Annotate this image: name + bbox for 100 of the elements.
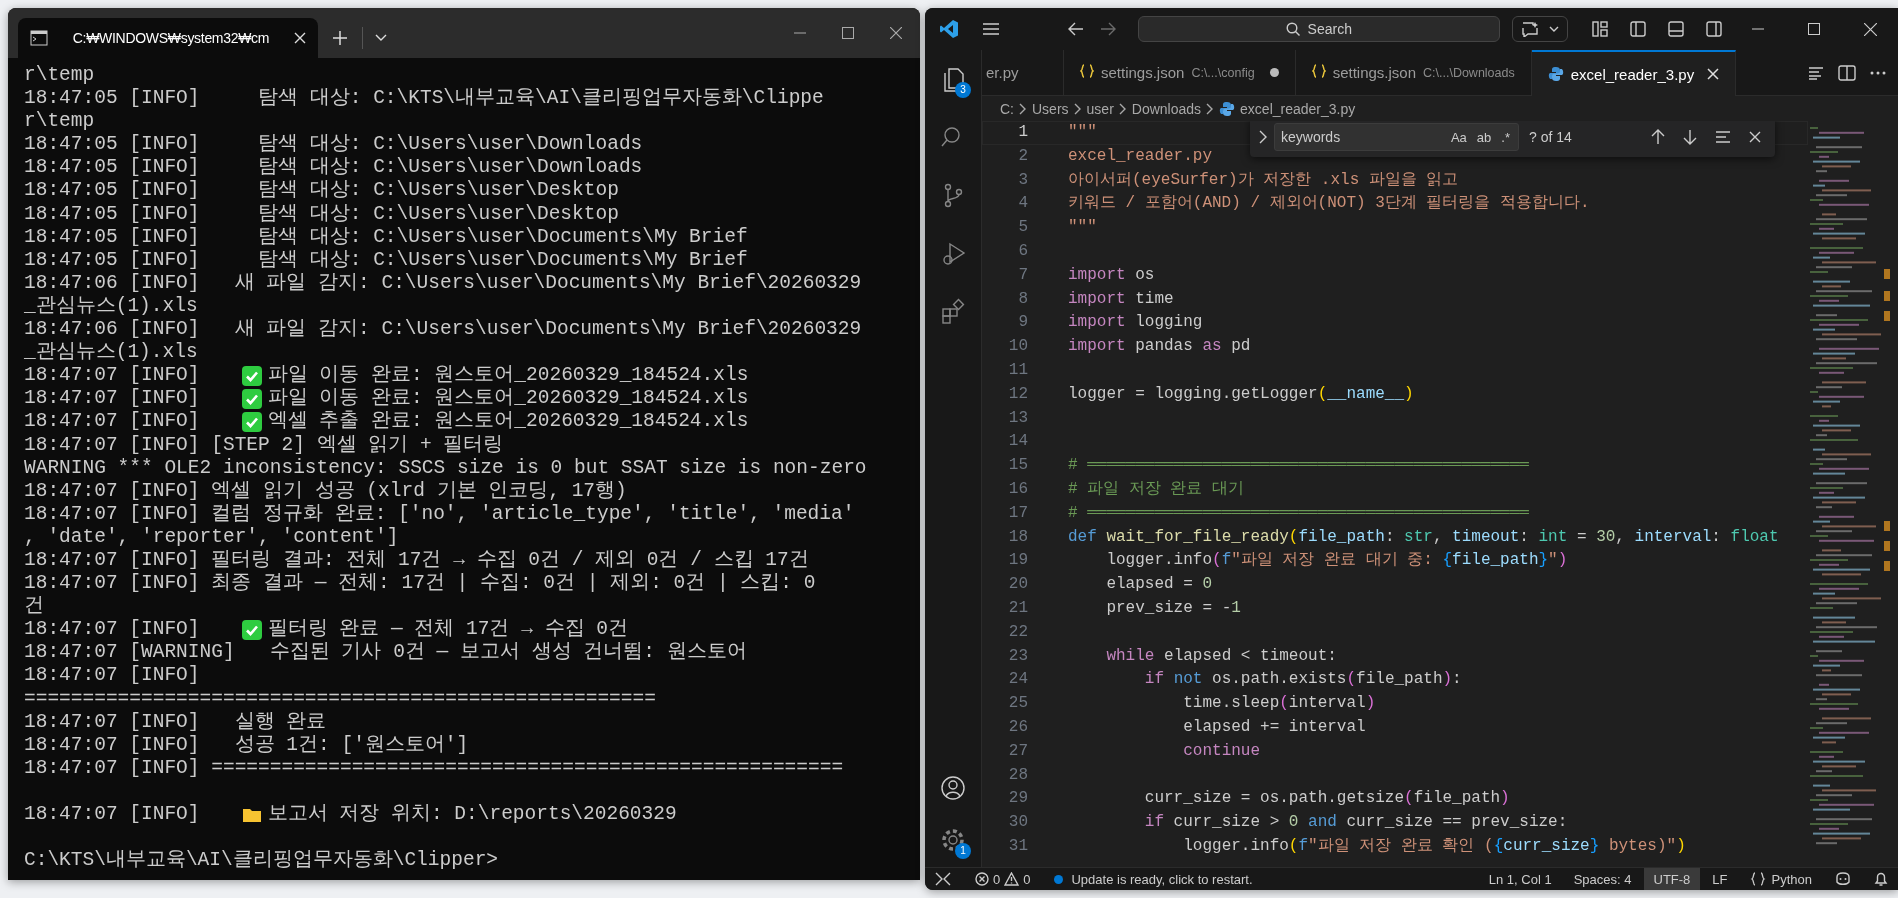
- command-prompt: C:\KTS\내부교육\AI\클리핑업무자동화\Clipper>: [24, 849, 499, 873]
- settings-icon: [940, 827, 966, 853]
- sidebar-icon: [1630, 21, 1646, 37]
- status-item[interactable]: Ln 1, Col 1: [1478, 868, 1562, 890]
- log-line: _관심뉴스(1).xls: [24, 294, 198, 319]
- python-icon: [1547, 66, 1564, 82]
- search-icon: [1285, 22, 1300, 36]
- line-number: 26: [1007, 716, 1029, 738]
- log-line: 18:47:05 [INFO] 탐색 대상: C:\Users\user\Documents\My Brief: [24, 225, 748, 249]
- arrow-up-icon: [1651, 129, 1665, 145]
- layout-icon: [1592, 21, 1608, 37]
- error-count[interactable]: 0: [993, 871, 1001, 887]
- breadcrumb-item[interactable]: C:: [1000, 100, 1014, 117]
- line-number: 18: [1007, 526, 1029, 548]
- log-message: 엑셀 추출 완료: 원스토어_20260329_184524.xls: [267, 410, 749, 434]
- close-icon: [890, 27, 902, 39]
- check-mark-icon: [241, 388, 262, 409]
- log-timestamp: 18:47:07 [INFO]: [24, 803, 200, 827]
- log-line: 건: [24, 595, 44, 619]
- editor-tab[interactable]: settings.json C:\...\config: [1064, 50, 1296, 95]
- close-icon: [1707, 68, 1720, 80]
- remote-icon: [935, 872, 951, 886]
- code-line: logger.info(f"파일 저장 완료 대기 중: {file_path}"): [1105, 550, 1568, 572]
- editor-tab[interactable]: excel_reader_3.py: [1531, 50, 1737, 96]
- line-number: 29: [1007, 788, 1029, 810]
- match-count: ? of 14: [1529, 129, 1572, 145]
- lines-icon: [1715, 131, 1731, 143]
- log-message: 파일 이동 완료: 원스토어_20260329_184524.xls: [267, 364, 749, 388]
- code-line: time.sleep(interval): [1182, 693, 1376, 715]
- log-line: 18:47:05 [INFO] 탐색 대상: C:\Users\user\Documents\My Brief: [24, 248, 748, 272]
- log-message: 필터링 완료 — 전체 17건 → 수집 0건: [267, 618, 628, 642]
- status-item[interactable]: LF: [1702, 868, 1738, 890]
- blocks-icon: [940, 298, 966, 324]
- copilot-icon[interactable]: [1834, 871, 1852, 887]
- command-search-field[interactable]: Search: [1137, 16, 1500, 42]
- breadcrumb-item[interactable]: user: [1086, 100, 1114, 117]
- log-line: _관심뉴스(1).xls: [24, 341, 198, 365]
- terminal-tab[interactable]: C:₩WINDOWS₩system32₩cm: [18, 18, 318, 58]
- breadcrumb-item[interactable]: excel_reader_3.py: [1240, 100, 1356, 117]
- check-mark-icon: [241, 411, 262, 432]
- line-number: 21: [1007, 597, 1029, 619]
- tab-label: settings.json: [1332, 64, 1416, 81]
- log-line: 18:47:07 [INFO] 성공 1건: ['원스토어']: [24, 733, 469, 757]
- breadcrumb-item[interactable]: Downloads: [1131, 100, 1202, 117]
- line-number: 27: [1007, 740, 1029, 762]
- more-icon[interactable]: [1870, 70, 1886, 75]
- code-line: excel_reader.py: [1068, 145, 1213, 167]
- warning-count[interactable]: 0: [1023, 871, 1031, 887]
- code-line: 아이서퍼(eyeSurfer)가 저장한 .xls 파일을 읽고: [1068, 169, 1459, 191]
- code-line: # ══════════════════════════════════════════════: [1068, 455, 1529, 477]
- log-line: 18:47:07 [INFO] ======================================================: [24, 756, 844, 780]
- code-line: logger = logging.getLogger(__name__): [1068, 383, 1414, 405]
- bell-icon[interactable]: [1874, 871, 1888, 887]
- line-number: 30: [1007, 812, 1029, 834]
- log-line: r\temp: [24, 64, 95, 88]
- code-line: import time: [1068, 288, 1174, 310]
- log-line: 18:47:07 [INFO]: [24, 664, 200, 688]
- find-option-toggle[interactable]: ab: [1474, 128, 1494, 146]
- close-icon: [294, 32, 306, 44]
- log-timestamp: 18:47:07 [INFO]: [24, 410, 200, 434]
- chat-button[interactable]: [1512, 16, 1568, 42]
- editor-tab[interactable]: settings.json C:\...\Downloads: [1295, 50, 1532, 95]
- status-item[interactable]: UTF-8: [1643, 868, 1701, 890]
- chevron-right-icon[interactable]: [1258, 130, 1268, 144]
- check-mark-icon: [241, 365, 262, 386]
- log-line: 18:47:07 [INFO] 실행 완료: [24, 710, 327, 734]
- chevron-right-icon: [1118, 102, 1127, 115]
- close-icon: [1863, 22, 1877, 36]
- code-line: import pandas as pd: [1068, 336, 1251, 358]
- split-editor-icon[interactable]: [1838, 64, 1856, 81]
- play-bug-icon: [940, 240, 966, 266]
- update-message[interactable]: Update is ready, click to restart.: [1071, 871, 1253, 887]
- log-line: WARNING *** OLE2 inconsistency: SSCS size is 0 but SSAT size is non-zero: [24, 456, 867, 480]
- arrow-down-icon: [1683, 129, 1697, 145]
- code-line: continue: [1182, 740, 1261, 762]
- find-option-toggle[interactable]: .*: [1499, 128, 1512, 146]
- maximize-icon: [842, 27, 854, 39]
- chevron-right-icon: [1073, 102, 1082, 115]
- log-line: 18:47:05 [INFO] 탐색 대상: C:\KTS\내부교육\AI\클리핑업무자동화\Clippe: [24, 87, 824, 111]
- code-line: """: [1068, 122, 1097, 143]
- find-option-toggle[interactable]: Aa: [1448, 128, 1469, 146]
- panel-icon: [1668, 21, 1684, 37]
- find-input-field[interactable]: keywords Aa ab .*: [1274, 123, 1519, 151]
- breadcrumb-item[interactable]: Users: [1032, 100, 1069, 117]
- outline-icon[interactable]: [1808, 65, 1824, 80]
- log-message: 보고서 저장 위치: D:\reports\20260329: [267, 803, 677, 827]
- line-number: 5: [1017, 217, 1029, 239]
- explorer-activity-button[interactable]: 3: [933, 60, 973, 98]
- line-number: 7: [1017, 264, 1029, 286]
- tab-label: excel_reader_3.py: [1570, 65, 1695, 83]
- close-tab-button[interactable]: [294, 32, 306, 44]
- log-line: 18:47:07 [INFO] 최종 결과 — 전체: 17건 | 수집: 0건 | 제외: 0건 | 스킵: 0: [24, 572, 816, 596]
- close-tab-button[interactable]: [1707, 68, 1720, 80]
- editor-tab[interactable]: er.py: [982, 50, 1064, 95]
- settings-activity-button[interactable]: 1: [933, 821, 973, 859]
- status-item[interactable]: Spaces: 4: [1563, 868, 1642, 890]
- line-number: 1: [1017, 122, 1029, 143]
- tab-path: C:\...\config: [1191, 65, 1255, 80]
- status-item[interactable]: Python: [1739, 868, 1822, 890]
- sidebar-icon: [1706, 21, 1722, 37]
